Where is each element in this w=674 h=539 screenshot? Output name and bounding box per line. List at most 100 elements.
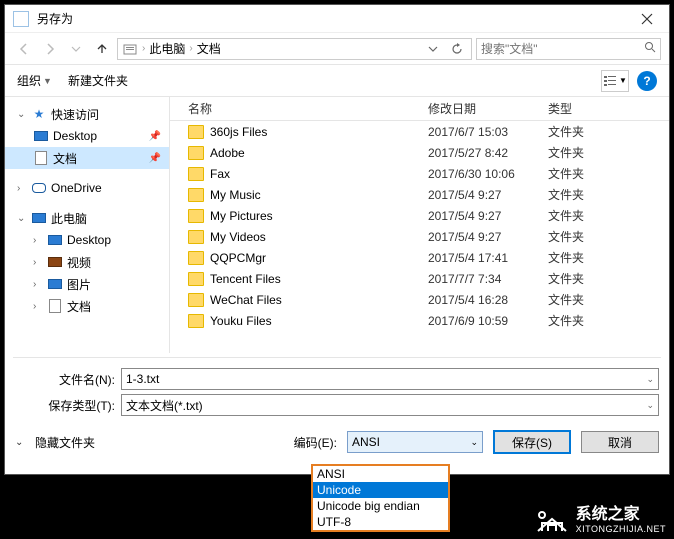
file-type: 文件夹 [548,249,584,266]
file-date: 2017/5/4 16:28 [428,293,548,307]
file-date: 2017/5/4 9:27 [428,230,548,244]
pin-icon: 📌 [149,153,161,164]
table-row[interactable]: Youku Files2017/6/9 10:59文件夹 [170,310,669,331]
file-name: My Music [210,188,428,202]
expand-icon[interactable]: ⌄ [15,437,25,448]
filetype-select[interactable]: 文本文档(*.txt)⌄ [121,394,659,416]
search-box[interactable] [476,38,661,60]
search-input[interactable] [481,42,640,56]
file-date: 2017/6/7 15:03 [428,125,548,139]
tree-onedrive[interactable]: ›OneDrive [5,177,169,199]
file-type: 文件夹 [548,228,584,245]
file-type: 文件夹 [548,291,584,308]
chevron-down-icon[interactable]: ⌄ [646,374,654,385]
col-name[interactable]: 名称 [188,100,428,117]
file-name: Fax [210,167,428,181]
tree-pictures[interactable]: ›图片 [5,273,169,295]
recent-button[interactable] [65,38,87,60]
col-type[interactable]: 类型 [548,100,628,117]
dialog-title: 另存为 [37,10,625,27]
table-row[interactable]: QQPCMgr2017/5/4 17:41文件夹 [170,247,669,268]
folder-icon [188,314,204,328]
file-list: 名称 修改日期 类型 360js Files2017/6/7 15:03文件夹A… [170,97,669,353]
table-row[interactable]: WeChat Files2017/5/4 16:28文件夹 [170,289,669,310]
chevron-down-icon[interactable]: ⌄ [646,400,654,411]
up-button[interactable] [91,38,113,60]
file-type: 文件夹 [548,312,584,329]
folder-icon [188,125,204,139]
file-type: 文件夹 [548,123,584,140]
file-name: Youku Files [210,314,428,328]
file-name: Tencent Files [210,272,428,286]
tree-desktop[interactable]: Desktop📌 [5,125,169,147]
file-rows: 360js Files2017/6/7 15:03文件夹Adobe2017/5/… [170,121,669,353]
table-row[interactable]: My Videos2017/5/4 9:27文件夹 [170,226,669,247]
filename-input[interactable]: 1-3.txt⌄ [121,368,659,390]
file-name: My Pictures [210,209,428,223]
address-dropdown-icon[interactable] [423,39,443,59]
breadcrumb-root[interactable]: 此电脑 [149,40,185,57]
folder-icon [188,146,204,160]
filetype-label: 保存类型(T): [15,397,115,414]
view-button[interactable]: ▼ [601,70,629,92]
table-row[interactable]: My Music2017/5/4 9:27文件夹 [170,184,669,205]
file-type: 文件夹 [548,144,584,161]
file-date: 2017/5/27 8:42 [428,146,548,160]
encoding-option[interactable]: Unicode [313,482,448,498]
list-header: 名称 修改日期 类型 [170,97,669,121]
encoding-option[interactable]: ANSI [313,466,448,482]
file-type: 文件夹 [548,165,584,182]
close-button[interactable] [625,5,669,33]
file-name: QQPCMgr [210,251,428,265]
table-row[interactable]: Adobe2017/5/27 8:42文件夹 [170,142,669,163]
forward-button[interactable] [39,38,61,60]
col-date[interactable]: 修改日期 [428,100,548,117]
file-name: My Videos [210,230,428,244]
tree-documents[interactable]: 文档📌 [5,147,169,169]
tree-quick-access[interactable]: ⌄★快速访问 [5,103,169,125]
file-type: 文件夹 [548,207,584,224]
organize-button[interactable]: 组织▼ [17,72,52,89]
encoding-option[interactable]: UTF-8 [313,514,448,530]
chevron-right-icon: › [142,43,145,54]
search-icon[interactable] [644,41,656,56]
logo-icon [534,505,570,535]
footer: ⌄ 隐藏文件夹 编码(E): ANSI⌄ 保存(S) 取消 [5,422,669,462]
file-date: 2017/6/30 10:06 [428,167,548,181]
refresh-icon[interactable] [447,39,467,59]
tree-documents2[interactable]: ›文档 [5,295,169,317]
filename-label: 文件名(N): [15,371,115,388]
cancel-button[interactable]: 取消 [581,431,659,453]
file-type: 文件夹 [548,270,584,287]
file-date: 2017/5/4 9:27 [428,209,548,223]
tree-this-pc[interactable]: ⌄此电脑 [5,207,169,229]
save-button[interactable]: 保存(S) [493,430,571,454]
file-date: 2017/6/9 10:59 [428,314,548,328]
encoding-select[interactable]: ANSI⌄ [347,431,483,453]
address-bar[interactable]: › 此电脑 › 文档 [117,38,472,60]
table-row[interactable]: Tencent Files2017/7/7 7:34文件夹 [170,268,669,289]
back-button[interactable] [13,38,35,60]
tree-desktop2[interactable]: ›Desktop [5,229,169,251]
body: ⌄★快速访问 Desktop📌 文档📌 ›OneDrive ⌄此电脑 ›Desk… [5,97,669,353]
help-button[interactable]: ? [637,71,657,91]
file-name: WeChat Files [210,293,428,307]
watermark-title: 系统之家 [576,505,666,524]
file-date: 2017/7/7 7:34 [428,272,548,286]
form: 文件名(N): 1-3.txt⌄ 保存类型(T): 文本文档(*.txt)⌄ [5,362,669,422]
nav-tree: ⌄★快速访问 Desktop📌 文档📌 ›OneDrive ⌄此电脑 ›Desk… [5,97,170,353]
folder-icon [188,272,204,286]
table-row[interactable]: 360js Files2017/6/7 15:03文件夹 [170,121,669,142]
table-row[interactable]: Fax2017/6/30 10:06文件夹 [170,163,669,184]
encoding-label: 编码(E): [294,434,337,451]
folder-icon [188,188,204,202]
breadcrumb-current[interactable]: 文档 [197,40,221,57]
encoding-option[interactable]: Unicode big endian [313,498,448,514]
tree-videos[interactable]: ›视频 [5,251,169,273]
file-date: 2017/5/4 17:41 [428,251,548,265]
hide-folders-link[interactable]: 隐藏文件夹 [35,434,95,451]
table-row[interactable]: My Pictures2017/5/4 9:27文件夹 [170,205,669,226]
folder-icon [122,41,138,57]
file-date: 2017/5/4 9:27 [428,188,548,202]
new-folder-button[interactable]: 新建文件夹 [68,72,128,89]
